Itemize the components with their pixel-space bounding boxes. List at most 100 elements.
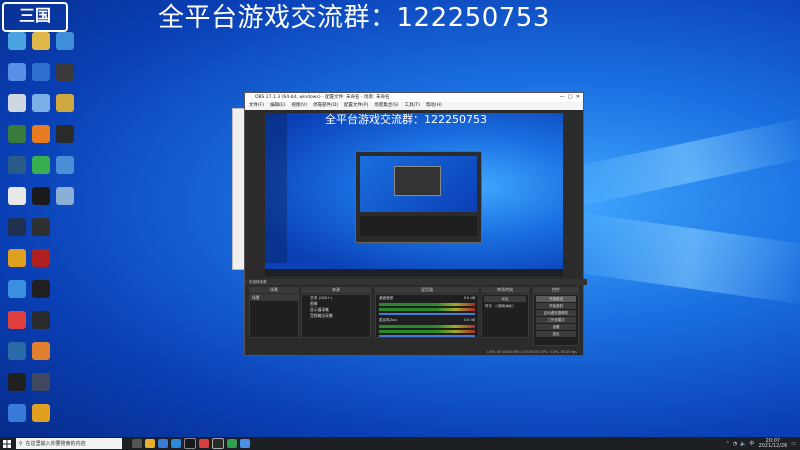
obs-title-bar[interactable]: OBS 27.1.3 (64-bit, windows) - 配置文件: 未命名…: [245, 93, 583, 102]
obs-window[interactable]: OBS 27.1.3 (64-bit, windows) - 配置文件: 未命名…: [244, 92, 587, 356]
app-icon[interactable]: [199, 439, 209, 448]
window-controls[interactable]: — □ ✕: [560, 93, 580, 102]
menu-help[interactable]: 帮助(H): [426, 102, 442, 110]
app-icon: [32, 404, 50, 422]
duration-label: 时长: [485, 304, 492, 308]
obs-taskbar-icon[interactable]: [212, 438, 224, 449]
desktop-icon[interactable]: [26, 218, 56, 252]
obs-preview[interactable]: 全平台游戏交流群：122250753: [265, 113, 563, 276]
clock[interactable]: 20:07 2021/12/26: [758, 438, 788, 449]
start-streaming-button[interactable]: 开始推流: [536, 296, 576, 302]
taskbar-search[interactable]: ⚲ 在这里输入你要搜索的内容: [16, 438, 122, 449]
app-icon: [8, 218, 26, 236]
desktop-icon[interactable]: [26, 280, 56, 314]
menu-tools[interactable]: 工具(T): [405, 102, 420, 110]
app-icon: [32, 249, 50, 267]
desktop-icon[interactable]: [50, 125, 80, 159]
duration-field[interactable]: 300 ms: [495, 304, 515, 308]
volume-meter: [379, 303, 475, 306]
desktop-icon[interactable]: [50, 32, 80, 66]
preview-taskbar: [265, 269, 563, 276]
scenes-dock-header: 场景: [249, 287, 299, 293]
app-icon: [32, 94, 50, 112]
network-icon[interactable]: ◔: [733, 441, 737, 447]
app-icon: [56, 156, 74, 174]
obs-menu-bar: 文件(F) 编辑(E) 视图(V) 停靠部件(D) 配置文件(P) 场景集合(S…: [245, 102, 583, 110]
scenes-list[interactable]: 场景: [249, 294, 299, 338]
preview-banner-text: 全平台游戏交流群：122250753: [325, 113, 487, 126]
scene-item[interactable]: 场景: [250, 295, 298, 301]
app-icon: [8, 373, 26, 391]
tray-chevron-icon[interactable]: ⌃: [726, 441, 730, 447]
app-icon: [56, 187, 74, 205]
notification-icon[interactable]: ▭: [791, 441, 796, 447]
steam-icon[interactable]: [184, 438, 196, 449]
transitions-panel[interactable]: 淡出 时长 300 ms: [481, 294, 529, 338]
app-icon: [32, 280, 50, 298]
app-icon: [8, 94, 26, 112]
volume-meter: [379, 308, 475, 311]
windows-icon: [3, 439, 11, 448]
chrome-icon[interactable]: [240, 439, 250, 448]
app-icon: [32, 311, 50, 329]
menu-edit[interactable]: 编辑(E): [270, 102, 285, 110]
app-icon: [8, 125, 26, 143]
app-icon: [8, 342, 26, 360]
store-icon[interactable]: [171, 439, 181, 448]
transitions-dock-header: 转场特效: [481, 287, 529, 293]
audio-mixer[interactable]: 桌面音频 0.0 dB 麦克风/Aux 0.0 dB: [375, 294, 479, 338]
app-icon: [56, 125, 74, 143]
desktop-icon[interactable]: [26, 249, 56, 283]
desktop-icon[interactable]: [26, 342, 56, 376]
sources-dock-header: 来源: [301, 287, 371, 293]
volume-slider[interactable]: [379, 313, 475, 315]
controls-panel: 开始推流 开始录制 启动虚拟摄像机 工作室模式 设置 退出: [533, 294, 579, 346]
volume-slider[interactable]: [379, 335, 475, 337]
app-icon: [8, 156, 26, 174]
volume-icon[interactable]: 🔈: [740, 441, 746, 447]
edge-icon[interactable]: [158, 439, 168, 448]
obs-status-bar: LIVE: 00:00:00 REC: 00:00:00 CPU: 3.4%, …: [245, 349, 583, 355]
system-tray: ⌃ ◔ 🔈 中 20:07 2021/12/26 ▭: [726, 438, 800, 449]
group-banner: 全平台游戏交流群：122250753: [158, 3, 550, 33]
menu-view[interactable]: 视图(V): [291, 102, 307, 110]
ime-icon[interactable]: 中: [749, 440, 754, 447]
app-icon: [32, 342, 50, 360]
app-icon: [8, 63, 26, 81]
file-explorer-icon[interactable]: [145, 439, 155, 448]
mixer-channel-name: 麦克风/Aux: [379, 318, 398, 322]
app-icon: [32, 63, 50, 81]
desktop-icon[interactable]: [50, 94, 80, 128]
task-view-icon[interactable]: [132, 439, 142, 448]
desktop-icon[interactable]: [26, 311, 56, 345]
search-icon: ⚲: [19, 440, 23, 447]
menu-scene-collection[interactable]: 场景集合(S): [374, 102, 398, 110]
desktop-icon[interactable]: [50, 63, 80, 97]
desktop-icon[interactable]: [26, 404, 56, 438]
mixer-channel-db: 0.0 dB: [463, 296, 475, 300]
desktop-icon[interactable]: [26, 373, 56, 407]
search-placeholder: 在这里输入你要搜索的内容: [25, 441, 86, 447]
mixer-dock-header: 混音器: [375, 287, 479, 293]
transition-select[interactable]: 淡出: [484, 296, 526, 302]
start-button[interactable]: [0, 437, 14, 450]
wechat-icon[interactable]: [227, 439, 237, 448]
settings-button[interactable]: 设置: [536, 324, 576, 330]
menu-file[interactable]: 文件(F): [249, 102, 264, 110]
desktop-icon[interactable]: [50, 156, 80, 190]
clock-date: 2021/12/26: [758, 442, 788, 449]
desktop-icon[interactable]: [50, 187, 80, 221]
app-icon: [32, 218, 50, 236]
app-icon: [8, 32, 26, 50]
menu-docks[interactable]: 停靠部件(D): [313, 102, 338, 110]
nested-obs-preview: [355, 151, 482, 243]
sources-list[interactable]: 文本 (GDI+) 图像 显示器采集 音频输出采集: [301, 294, 371, 338]
exit-button[interactable]: 退出: [536, 331, 576, 337]
app-icon: [32, 125, 50, 143]
virtual-camera-button[interactable]: 启动虚拟摄像机: [536, 310, 576, 316]
start-recording-button[interactable]: 开始录制: [536, 303, 576, 309]
studio-mode-button[interactable]: 工作室模式: [536, 317, 576, 323]
source-item[interactable]: 音频输出采集: [302, 313, 370, 319]
menu-profile[interactable]: 配置文件(P): [344, 102, 368, 110]
wallpaper-beam: [555, 116, 800, 210]
